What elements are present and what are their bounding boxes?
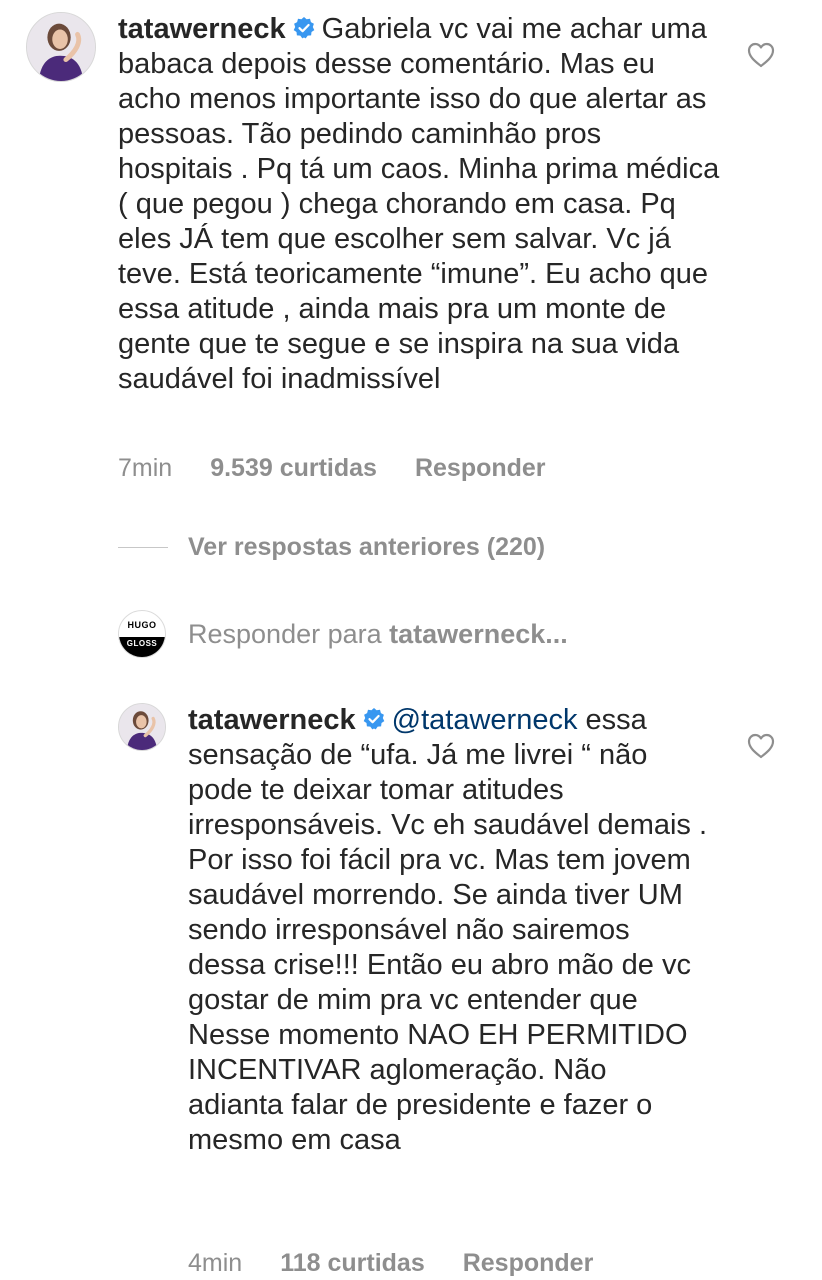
- heart-outline-icon[interactable]: [747, 42, 775, 68]
- comment-time: 4min: [188, 1249, 243, 1277]
- comment-time: 7min: [118, 454, 173, 482]
- avatar: HUGO GLOSS: [118, 610, 166, 658]
- avatar[interactable]: [118, 703, 166, 751]
- verified-badge-icon: [292, 16, 316, 40]
- heart-outline-icon[interactable]: [747, 733, 775, 759]
- comment-username[interactable]: tatawerneck: [188, 704, 356, 736]
- comment-mention[interactable]: @tatawerneck: [392, 704, 578, 736]
- comment-meta: 4min 118 curtidas Responder: [188, 1248, 593, 1278]
- comment-text: tatawerneck @tatawerneck essa sensação de…: [188, 703, 708, 1158]
- likes-count[interactable]: 118 curtidas: [280, 1248, 425, 1278]
- view-replies-label[interactable]: Ver respostas anteriores (220): [188, 533, 545, 562]
- divider-line: [118, 547, 168, 548]
- reply-button[interactable]: Responder: [463, 1248, 594, 1278]
- comment-content: Gabriela vc vai me achar uma babaca depo…: [118, 13, 720, 395]
- comment-2: tatawerneck @tatawerneck essa sensação de…: [118, 703, 708, 1158]
- avatar[interactable]: [26, 12, 96, 82]
- reply-input[interactable]: Responder para tatawerneck...: [188, 619, 568, 650]
- avatar-logo-top: HUGO: [127, 620, 157, 630]
- comment-username[interactable]: tatawerneck: [118, 13, 286, 45]
- view-previous-replies[interactable]: Ver respostas anteriores (220): [118, 533, 545, 562]
- verified-badge-icon: [362, 707, 386, 731]
- avatar-logo-bottom: GLOSS: [119, 637, 165, 657]
- comment-meta: 7min 9.539 curtidas Responder: [118, 453, 546, 483]
- comment-content: essa sensação de “ufa. Já me livrei “ nã…: [188, 704, 708, 1156]
- reply-prefix: Responder para: [188, 618, 382, 649]
- profile-photo: [119, 704, 165, 750]
- reply-target: tatawerneck...: [389, 618, 568, 649]
- reply-button[interactable]: Responder: [415, 453, 546, 483]
- reply-bar[interactable]: HUGO GLOSS Responder para tatawerneck...: [118, 610, 568, 658]
- comment-1: tatawerneck Gabriela vc vai me achar uma …: [26, 12, 723, 397]
- profile-photo: [27, 13, 95, 81]
- comment-text: tatawerneck Gabriela vc vai me achar uma …: [118, 12, 723, 397]
- likes-count[interactable]: 9.539 curtidas: [210, 453, 377, 483]
